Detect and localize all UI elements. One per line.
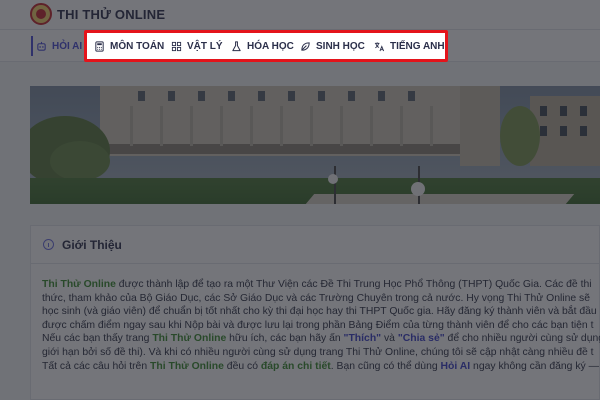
nav-label: HỎI AI [52, 40, 83, 52]
intro-text: Thi Thử Online được thành lập để tạo ra … [42, 278, 600, 373]
nav-label: MÔN TOÁN [110, 40, 165, 52]
intro-text-segment: đều có [223, 360, 261, 372]
intro-text-segment: để cho nhiều người cùng sử dụng [444, 333, 600, 345]
intro-text-segment: được chấm điểm ngay sau khi Nộp bài và đ… [42, 319, 594, 331]
intro-text-segment: giới hạn bởi số đề thi). Và khi có nhiều… [42, 346, 594, 358]
robot-icon [37, 41, 46, 51]
intro-link[interactable]: Hỏi AI [441, 361, 471, 372]
nav-label: SINH HỌC [316, 40, 365, 52]
intro-card-header: Giới Thiệu [31, 226, 600, 264]
site-logo[interactable] [30, 3, 52, 25]
intro-line: Nếu các bạn thấy trang Thi Thử Online hữ… [42, 332, 600, 346]
intro-text-segment: học sinh (và giáo viên) để chuẩn bị tốt … [42, 306, 597, 318]
intro-text-segment: ngay không cần đăng ký — [470, 360, 599, 372]
nav-label: TIẾNG ANH [390, 40, 445, 52]
intro-card: Giới Thiệu Thi Thử Online được thành lập… [30, 225, 600, 400]
nav-label: HÓA HỌC [247, 40, 294, 52]
intro-text-segment: Tất cả các câu hỏi trên [42, 360, 151, 372]
calculator-icon [95, 40, 104, 52]
intro-text-segment: Nếu các bạn thấy trang [42, 333, 153, 345]
site-header: THI THỬ ONLINE [0, 0, 600, 30]
site-title[interactable]: THI THỬ ONLINE [57, 7, 165, 22]
intro-line: Thi Thử Online được thành lập để tạo ra … [42, 278, 600, 292]
nav-item-tieng-anh[interactable]: TIẾNG ANH [374, 30, 445, 62]
intro-link[interactable]: Thi Thử Online [150, 361, 224, 372]
intro-text-segment: và [381, 333, 398, 345]
nav-item-sinh-hoc[interactable]: SINH HỌC [300, 30, 365, 62]
intro-line: Tất cả các câu hỏi trên Thi Thử Online đ… [42, 360, 600, 374]
intro-line: được chấm điểm ngay sau khi Nộp bài và đ… [42, 319, 600, 333]
intro-text-segment: hữu ích, các bạn hãy ấn [226, 333, 344, 345]
translate-icon [374, 41, 385, 51]
nav-item-hoi-ai[interactable]: HỎI AI [30, 30, 83, 62]
intro-link[interactable]: Thi Thử Online [42, 279, 116, 290]
intro-line: giới hạn bởi số đề thi). Và khi có nhiều… [42, 346, 600, 360]
intro-text-segment: thức, tham khảo của Bộ Giáo Dục, các Sở … [42, 292, 591, 304]
intro-line: thức, tham khảo của Bộ Giáo Dục, các Sở … [42, 292, 600, 306]
leaf-icon [301, 41, 310, 51]
intro-text-segment: được thành lập để tạo ra một Thư Viện cá… [115, 279, 592, 290]
intro-title: Giới Thiệu [62, 238, 122, 252]
nav-item-hoa-hoc[interactable]: HÓA HỌC [231, 30, 294, 62]
nav-item-vat-ly[interactable]: VẬT LÝ [171, 30, 223, 62]
nav-label: VẬT LÝ [187, 40, 223, 52]
hero-image [30, 86, 600, 204]
intro-line: học sinh (và giáo viên) để chuẩn bị tốt … [42, 305, 600, 319]
intro-link[interactable]: đáp án chi tiết [261, 361, 331, 372]
atom-icon [171, 41, 182, 51]
intro-link[interactable]: "Thích" [344, 333, 382, 344]
intro-link[interactable]: "Chia sẻ" [398, 333, 445, 344]
flask-icon [232, 40, 241, 51]
nav-item-mon-toan[interactable]: MÔN TOÁN [94, 30, 164, 62]
info-icon [43, 239, 54, 250]
intro-link[interactable]: Thi Thử Online [152, 333, 226, 344]
intro-text-segment: . Bạn cũng có thể dùng [330, 360, 441, 372]
